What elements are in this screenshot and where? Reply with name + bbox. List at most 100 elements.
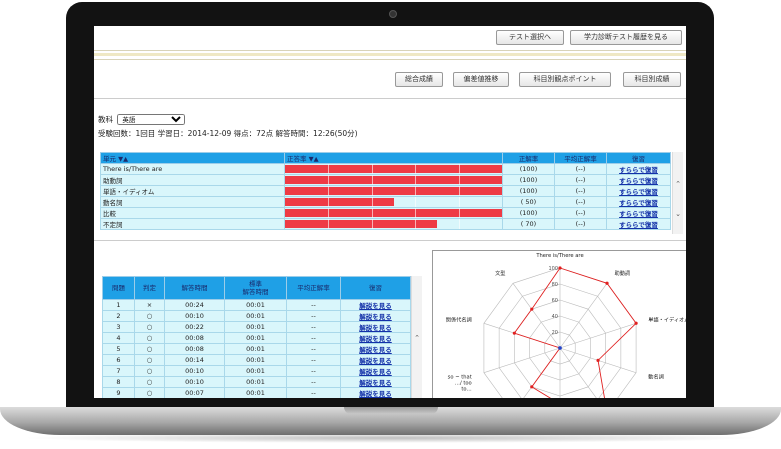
standard-time: 00:01 [224, 354, 287, 366]
bar-gridline [371, 175, 373, 185]
table-row: 9 ○ 00:07 00:01 -- 解説を見る [102, 387, 411, 398]
rate-bar [285, 187, 502, 195]
radar-point [558, 346, 562, 350]
judge-mark: ○ [134, 343, 165, 355]
radar-tick-label: 60 [552, 298, 558, 304]
scroll-up-icon[interactable]: ⌃ [412, 334, 422, 342]
history-button[interactable]: 学力診断テスト履歴を見る [570, 30, 682, 45]
explanation-link[interactable]: 解説を見る [359, 368, 392, 376]
scroll-up-icon[interactable]: ⌃ [673, 180, 683, 188]
table-row: 比較 (100) (--) すららで復習 [100, 207, 671, 219]
radar-category-label: 関係代名詞 [446, 315, 472, 323]
unit-name: There is/There are [100, 163, 285, 175]
unit-name: 不定詞 [100, 218, 285, 230]
unit-name: 動名詞 [100, 196, 285, 208]
subject-selector: 教科 英語 [98, 114, 186, 125]
scroll-down-icon[interactable]: ⌄ [673, 210, 683, 218]
explanation-link[interactable]: 解説を見る [359, 390, 392, 398]
tab-subject-grades[interactable]: 科目別成績 [623, 72, 681, 87]
bar-gridline [415, 197, 417, 207]
review-link[interactable]: すららで復習 [619, 166, 658, 174]
average-rate: -- [286, 343, 341, 355]
review-link[interactable]: すららで復習 [619, 210, 658, 218]
header-standard-time: 標準 解答時間 [224, 276, 287, 300]
bar-gridline [328, 208, 330, 218]
review-link[interactable]: すららで復習 [619, 177, 658, 185]
explanation-link[interactable]: 解説を見る [359, 335, 392, 343]
average-value: (--) [554, 196, 607, 208]
table-row: 単語・イディオム (100) (--) すららで復習 [100, 185, 671, 197]
divider-band [94, 53, 686, 56]
tab-deviation[interactable]: 偏差値推移 [453, 72, 509, 87]
explanation-link[interactable]: 解説を見る [359, 324, 392, 332]
average-rate: -- [286, 310, 341, 322]
unit-table: 単元 ▼▲ 正答率 ▼▲ 正解率 平均正解率 復習 There is/There… [100, 152, 671, 230]
average-rate: -- [286, 332, 341, 344]
header-answer-time: 解答時間 [164, 276, 225, 300]
explanation-link[interactable]: 解説を見る [359, 357, 392, 365]
bar-gridline [371, 208, 373, 218]
table-row: 4 ○ 00:08 00:01 -- 解説を見る [102, 332, 411, 344]
laptop-notch [344, 407, 438, 414]
explanation-link[interactable]: 解説を見る [359, 302, 392, 310]
radar-category-label: 文型 [495, 269, 505, 277]
radar-tick-label: 20 [552, 330, 558, 336]
radar-point [530, 385, 534, 389]
question-table-scrollbar[interactable]: ⌃ [411, 276, 422, 398]
explanation-link[interactable]: 解説を見る [359, 379, 392, 387]
radar-point [530, 307, 534, 311]
radar-category-label: There is/There are [535, 253, 583, 259]
standard-time: 00:01 [224, 321, 287, 333]
tab-overall[interactable]: 総合成績 [395, 72, 443, 87]
explanation-link[interactable]: 解説を見る [359, 313, 392, 321]
section-divider [94, 240, 686, 241]
unit-name: 比較 [100, 207, 285, 219]
table-row: 2 ○ 00:10 00:01 -- 解説を見る [102, 310, 411, 322]
answer-time: 00:14 [164, 354, 225, 366]
table-row: 不定詞 ( 70) (--) すららで復習 [100, 218, 671, 230]
rate-value: ( 50) [502, 196, 555, 208]
table-row: 1 × 00:24 00:01 -- 解説を見る [102, 299, 411, 311]
standard-time: 00:01 [224, 376, 287, 388]
judge-mark: ○ [134, 321, 165, 333]
header-rate[interactable]: 正答率 ▼▲ [284, 152, 503, 164]
exam-summary: 受験回数：1回目 学習日：2014-12-09 得点：72点 解答時間：12:2… [98, 129, 358, 138]
review-link[interactable]: すららで復習 [619, 199, 658, 207]
divider-line [94, 59, 686, 60]
radar-point [605, 281, 609, 285]
subject-select[interactable]: 英語 [117, 114, 186, 125]
unit-name: 助動詞 [100, 174, 285, 186]
header-judge: 判定 [134, 276, 165, 300]
average-rate: -- [286, 299, 341, 311]
header-unit[interactable]: 単元 ▼▲ [100, 152, 285, 164]
header-question-no: 問題 [102, 276, 135, 300]
review-link[interactable]: すららで復習 [619, 188, 658, 196]
table-row: 5 ○ 00:08 00:01 -- 解説を見る [102, 343, 411, 355]
radar-category-label: 単語・イディオム [648, 315, 686, 323]
radar-chart: 20 40 60 80 100 There is/There are 助動詞単語・イディオム… [446, 253, 686, 398]
top-toolbar: テスト選択へ 学力診断テスト履歴を見る [94, 26, 686, 51]
test-select-button[interactable]: テスト選択へ [496, 30, 564, 45]
rate-bar-cell [284, 196, 503, 208]
rate-bar [285, 165, 502, 173]
unit-table-scrollbar[interactable]: ⌃ ⌄ [672, 152, 683, 234]
answer-time: 00:10 [164, 376, 225, 388]
review-link[interactable]: すららで復習 [619, 221, 658, 229]
average-rate: -- [286, 354, 341, 366]
radar-series-line [513, 267, 637, 398]
radar-point [512, 331, 516, 335]
explanation-link[interactable]: 解説を見る [359, 346, 392, 354]
rate-value: ( 70) [502, 218, 555, 230]
question-no: 1 [102, 299, 135, 311]
average-value: (--) [554, 218, 607, 230]
judge-mark: × [134, 299, 165, 311]
radar-category-label: so ~ that …/ too to… [448, 375, 472, 393]
answer-time: 00:08 [164, 343, 225, 355]
radar-spoke [559, 322, 637, 349]
question-no: 3 [102, 321, 135, 333]
bar-gridline [415, 175, 417, 185]
bar-gridline [371, 186, 373, 196]
tab-viewpoint[interactable]: 科目別観点ポイント [519, 72, 611, 87]
question-table: 問題 判定 解答時間 標準 解答時間 平均正解率 復習 1 × 00:24 00:01… [102, 276, 411, 398]
rate-bar-cell [284, 163, 503, 175]
